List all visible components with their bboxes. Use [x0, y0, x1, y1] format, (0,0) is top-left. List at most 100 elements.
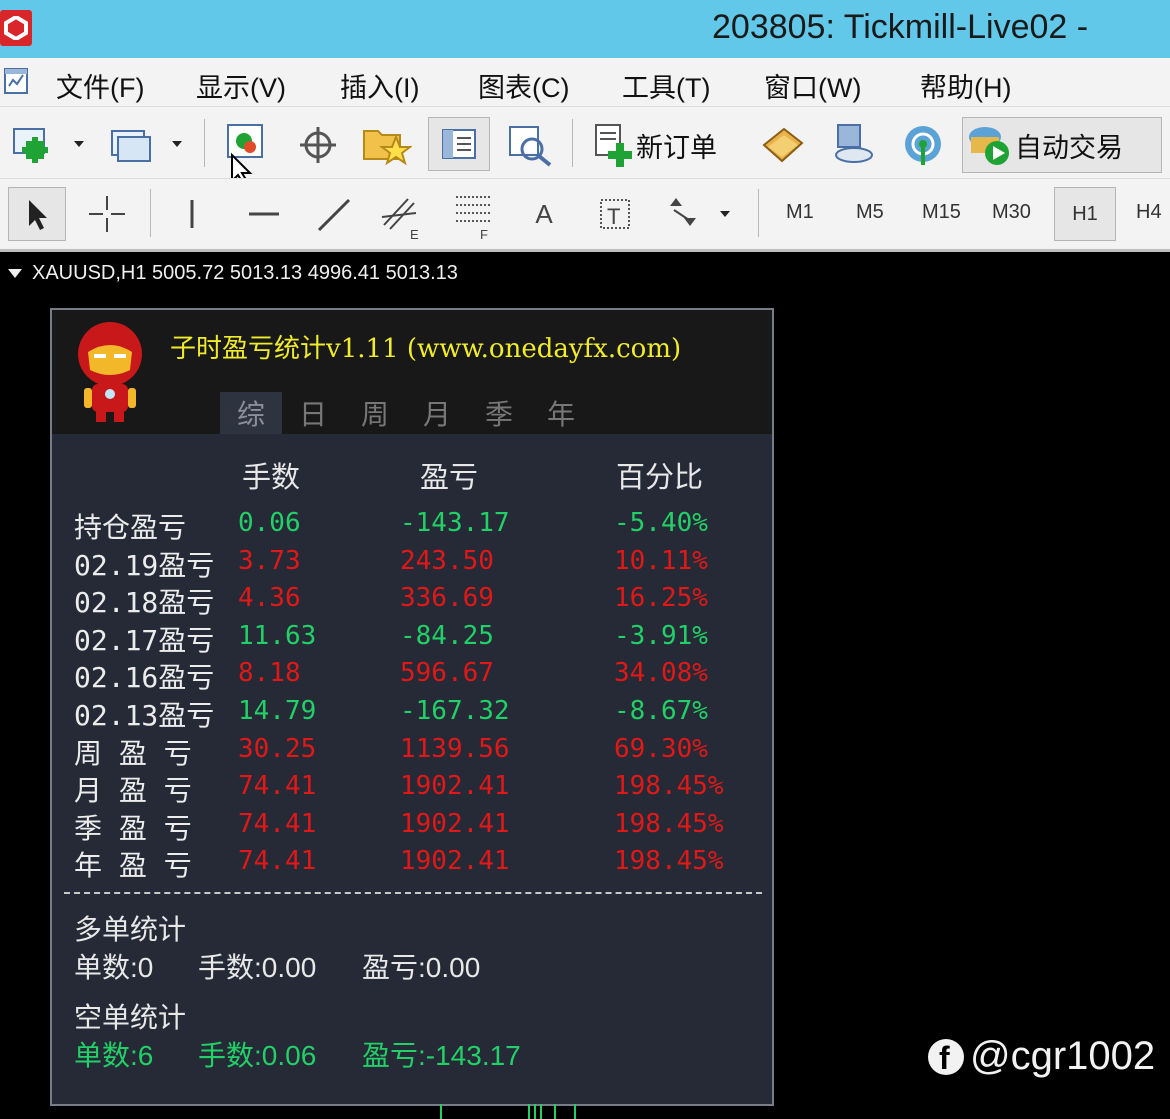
- tab-overview[interactable]: 综: [220, 392, 282, 434]
- row-percent: 10.11%: [614, 545, 708, 576]
- table-row: 02.19盈亏 3.73 243.50 10.11%: [52, 544, 772, 582]
- fibonacci-button[interactable]: F: [450, 189, 500, 241]
- long-stats-title: 多单统计: [74, 914, 187, 945]
- text-tool-button[interactable]: A: [522, 191, 566, 237]
- trendline-button[interactable]: [310, 191, 356, 237]
- row-label: 02.19盈亏: [74, 548, 215, 582]
- long-count: 单数:0: [74, 952, 154, 983]
- navigator-button[interactable]: [428, 117, 490, 171]
- menu-window[interactable]: 窗口(W): [764, 66, 861, 105]
- chart-ohlc-text: XAUUSD,H1 5005.72 5013.13 4996.41 5013.1…: [32, 262, 458, 284]
- vertical-line-button[interactable]: [172, 191, 212, 237]
- chart-symbol-header: XAUUSD,H1 5005.72 5013.13 4996.41 5013.1…: [8, 262, 458, 285]
- arrows-dropdown-button[interactable]: [662, 191, 738, 237]
- toolbar-separator: [150, 189, 151, 237]
- row-percent: 69.30%: [614, 733, 708, 764]
- trendline-icon: [317, 198, 351, 232]
- row-lots: 74.41: [238, 771, 317, 802]
- row-lots: 8.18: [238, 658, 301, 689]
- crosshair-tool-button[interactable]: [84, 191, 130, 237]
- timeframe-h4[interactable]: H4: [1136, 201, 1162, 224]
- collapse-triangle-icon[interactable]: [8, 269, 22, 279]
- menu-file[interactable]: 文件(F): [56, 66, 144, 105]
- row-pnl: 1902.41: [400, 771, 510, 802]
- row-lots: 74.41: [238, 846, 317, 877]
- timeframe-m5[interactable]: M5: [856, 201, 884, 224]
- long-lots: 手数:0.00: [198, 952, 317, 983]
- column-header-lots: 手数: [242, 460, 301, 494]
- standard-toolbar: 新订单 自动交易: [0, 106, 1170, 185]
- row-pnl: 596.67: [400, 658, 494, 689]
- row-label: 周 盈 亏: [74, 736, 192, 770]
- svg-text:E: E: [410, 227, 419, 241]
- new-chart-button[interactable]: [10, 123, 90, 163]
- tab-quarter[interactable]: 季: [468, 392, 530, 434]
- dashed-divider: [64, 892, 762, 894]
- timeframe-h1: H1: [1072, 202, 1098, 225]
- svg-text:T: T: [607, 204, 620, 229]
- watermark-handle: @cgr1002: [970, 1034, 1156, 1078]
- tab-year[interactable]: 年: [530, 392, 592, 434]
- table-row: 02.13盈亏 14.79 -167.32 -8.67%: [52, 694, 772, 732]
- vps-signal-icon[interactable]: [898, 121, 948, 167]
- profiles-button[interactable]: [106, 123, 190, 163]
- new-order-button[interactable]: 新订单: [592, 121, 742, 169]
- app-logo-icon[interactable]: [0, 10, 32, 46]
- timeframe-h1-active[interactable]: H1: [1054, 187, 1116, 241]
- favorites-folder-icon[interactable]: [360, 121, 412, 167]
- crosshair-nav-icon[interactable]: [296, 125, 340, 165]
- signals-button[interactable]: [758, 121, 808, 167]
- menu-help[interactable]: 帮助(H): [920, 66, 1011, 105]
- toolbar-separator: [572, 119, 573, 167]
- timeframe-m30[interactable]: M30: [992, 201, 1031, 224]
- tab-month[interactable]: 月: [406, 392, 468, 434]
- tab-day[interactable]: 日: [282, 392, 344, 434]
- auto-trading-button[interactable]: 自动交易: [962, 117, 1162, 173]
- row-percent: 198.45%: [614, 808, 724, 839]
- menu-view[interactable]: 显示(V): [196, 66, 286, 105]
- timeframe-m1[interactable]: M1: [786, 201, 814, 224]
- row-lots: 14.79: [238, 696, 317, 726]
- tester-button[interactable]: [504, 121, 554, 167]
- row-percent: 34.08%: [614, 658, 708, 689]
- panel-header: 子时盈亏统计v1.11 (www.onedayfx.com) 综 日 周 月 季…: [52, 310, 772, 434]
- ironman-avatar-icon: [74, 318, 146, 426]
- tab-week[interactable]: 周: [344, 392, 406, 434]
- watermark: f @cgr1002: [928, 1034, 1155, 1079]
- table-row: 季 盈 亏 74.41 1902.41 198.45%: [52, 807, 772, 845]
- menu-tools[interactable]: 工具(T): [622, 66, 710, 105]
- panel-title: 子时盈亏统计v1.11 (www.onedayfx.com): [170, 334, 682, 364]
- chart-window-icon[interactable]: [2, 66, 32, 96]
- window-title: 203805: Tickmill-Live02 -: [712, 8, 1089, 46]
- horizontal-line-button[interactable]: [240, 191, 286, 237]
- row-pnl: -84.25: [400, 620, 494, 651]
- new-order-label: 新订单: [636, 132, 717, 163]
- market-button[interactable]: [828, 121, 878, 167]
- arrow-cursor-icon: [29, 200, 47, 230]
- svg-text:F: F: [480, 227, 488, 241]
- short-stats-title: 空单统计: [74, 1002, 187, 1033]
- drawing-toolbar: E F A T M1 M5 M15 M30 H1 H4: [0, 178, 1170, 252]
- text-label-button[interactable]: T: [592, 191, 638, 237]
- short-lots: 手数:0.06: [198, 1040, 317, 1071]
- menu-charts[interactable]: 图表(C): [478, 66, 569, 105]
- row-label: 02.18盈亏: [74, 586, 215, 620]
- equidistant-channel-button[interactable]: E: [378, 189, 428, 241]
- row-lots: 4.36: [238, 583, 301, 614]
- row-percent: 198.45%: [614, 771, 724, 802]
- row-lots: 3.73: [238, 545, 301, 576]
- market-watch-button[interactable]: [222, 119, 272, 185]
- row-percent: -8.67%: [614, 696, 708, 726]
- cursor-tool-button[interactable]: [8, 187, 66, 241]
- menu-bar: 文件(F) 显示(V) 插入(I) 图表(C) 工具(T) 窗口(W) 帮助(H…: [0, 58, 1170, 106]
- column-header-percent: 百分比: [616, 460, 704, 494]
- timeframe-m15[interactable]: M15: [922, 201, 961, 224]
- fibonacci-f-icon: F: [456, 196, 490, 241]
- period-tabs: 综 日 周 月 季 年: [220, 392, 592, 434]
- row-lots: 0.06: [238, 508, 301, 538]
- channel-e-icon: E: [381, 198, 419, 241]
- menu-insert[interactable]: 插入(I): [340, 66, 419, 105]
- crosshair-icon: [89, 196, 125, 232]
- table-row: 月 盈 亏 74.41 1902.41 198.45%: [52, 769, 772, 807]
- row-pnl: -167.32: [400, 696, 510, 726]
